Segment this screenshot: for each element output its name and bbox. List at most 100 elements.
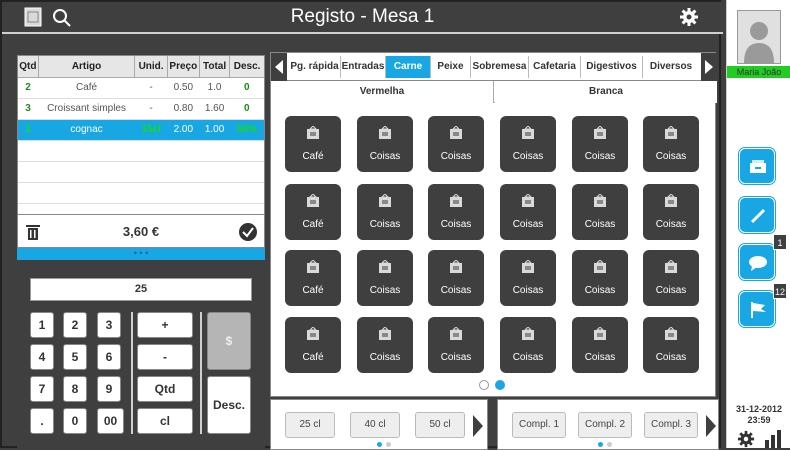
subtab-branca[interactable]: Branca (495, 81, 717, 103)
volume-button[interactable]: 40 cl (350, 412, 400, 438)
cell-desc: 0 (229, 77, 264, 99)
key-00[interactable]: 00 (97, 408, 124, 434)
product-tile[interactable]: Coisas (572, 250, 628, 306)
plus-button[interactable]: + (137, 312, 193, 338)
product-tile[interactable]: Coisas (643, 184, 699, 240)
tab-entradas[interactable]: Entradas (341, 56, 386, 78)
settings-gear-icon[interactable] (737, 430, 755, 448)
product-image-icon (593, 327, 607, 341)
table-row[interactable]: 2 Café - 0.50 1.0 0 (18, 77, 264, 99)
key-5[interactable]: 5 (63, 344, 87, 370)
product-tile[interactable]: Coisas (500, 184, 556, 240)
register-app: Registo - Mesa 1 Qtd Artigo Unid. Preço … (0, 0, 723, 450)
currency-button: $ (207, 312, 251, 370)
qtd-button[interactable]: Qtd (137, 376, 193, 402)
cell-qtd: 2 (18, 77, 39, 99)
page-dot[interactable] (479, 380, 489, 390)
tab-peixe[interactable]: Peixe (431, 56, 471, 78)
tab-carne[interactable]: Carne (386, 56, 431, 78)
cell-total: 1.60 (199, 98, 230, 120)
product-tile[interactable]: Coisas (643, 250, 699, 306)
complement-button[interactable]: Compl. 3 (644, 412, 698, 438)
key-4[interactable]: 4 (30, 344, 54, 370)
time: 23:59 (747, 415, 771, 425)
complement-button[interactable]: Compl. 2 (578, 412, 632, 438)
tab-pg-rapida[interactable]: Pg. rápida (289, 56, 341, 78)
key-2[interactable]: 2 (63, 312, 87, 338)
product-tile[interactable]: Coisas (357, 250, 413, 306)
key-7[interactable]: 7 (30, 376, 54, 402)
page-dot (598, 442, 603, 447)
complement-button[interactable]: Compl. 1 (512, 412, 566, 438)
tab-cafetaria[interactable]: Cafetaria (529, 56, 581, 78)
subtab-vermelha[interactable]: Vermelha (271, 81, 494, 103)
product-tile[interactable]: Coisas (428, 116, 484, 172)
minus-button[interactable]: - (137, 344, 193, 370)
tab-sobremesa[interactable]: Sobremesa (471, 56, 529, 78)
product-label: Coisas (440, 285, 472, 296)
product-tile[interactable]: Coisas (428, 317, 484, 373)
cash-drawer-button[interactable] (739, 148, 775, 184)
messages-button[interactable] (739, 244, 775, 280)
key-8[interactable]: 8 (63, 376, 87, 402)
tab-digestivos[interactable]: Digestivos (581, 56, 643, 78)
product-tile[interactable]: Coisas (572, 116, 628, 172)
product-tile[interactable]: Coisas (572, 317, 628, 373)
product-tile[interactable]: Coisas (357, 317, 413, 373)
volume-button[interactable]: 50 cl (415, 412, 465, 438)
product-tile[interactable]: Café (285, 116, 341, 172)
page-dot-active[interactable] (495, 380, 505, 390)
key-6[interactable]: 6 (97, 344, 121, 370)
key-0[interactable]: 0 (63, 408, 87, 434)
confirm-check-icon[interactable] (238, 222, 258, 242)
product-label: Coisas (584, 219, 616, 230)
key-dot[interactable]: . (30, 408, 54, 434)
product-label: Coisas (440, 352, 472, 363)
product-tile[interactable]: Coisas (428, 250, 484, 306)
key-1[interactable]: 1 (30, 312, 54, 338)
product-tile[interactable]: Coisas (357, 116, 413, 172)
product-tile[interactable]: Coisas (500, 116, 556, 172)
key-9[interactable]: 9 (97, 376, 121, 402)
cell-desc: 0 (229, 98, 264, 120)
category-tabs: Pg. rápida Entradas Carne Peixe Sobremes… (271, 53, 717, 81)
avatar[interactable] (737, 10, 781, 64)
cell-preco: 0.80 (167, 98, 200, 120)
product-image-icon (593, 260, 607, 274)
product-tile[interactable]: Café (285, 184, 341, 240)
product-label: Coisas (440, 219, 472, 230)
volume-button[interactable]: 25 cl (285, 412, 335, 438)
product-tile[interactable]: Coisas (500, 317, 556, 373)
gear-icon[interactable] (679, 7, 699, 27)
product-tile[interactable]: Coisas (428, 184, 484, 240)
tabs-left-arrow[interactable] (271, 53, 287, 81)
cl-button[interactable]: cl (137, 408, 193, 434)
product-tile[interactable]: Coisas (572, 184, 628, 240)
page-dot (607, 442, 612, 447)
date: 31-12-2012 (735, 404, 783, 414)
product-tile[interactable]: Coisas (643, 317, 699, 373)
tab-diversos[interactable]: Diversos (643, 56, 699, 78)
flags-button[interactable] (739, 291, 775, 327)
tabs-right-arrow[interactable] (701, 53, 717, 81)
product-tile[interactable]: Coisas (643, 116, 699, 172)
product-image-icon (664, 126, 678, 140)
drawer-icon (749, 159, 767, 175)
column-header: Desc. (229, 56, 264, 78)
table-row[interactable]: 3 Croissant simples - 0.80 1.60 0 (18, 98, 264, 120)
edit-button[interactable] (739, 197, 775, 233)
product-tile[interactable]: Coisas (500, 250, 556, 306)
product-label: Café (302, 285, 324, 296)
product-tile[interactable]: Café (285, 317, 341, 373)
key-3[interactable]: 3 (97, 312, 121, 338)
complement-next-icon[interactable] (705, 414, 717, 438)
desc-button[interactable]: Desc. (207, 376, 251, 434)
product-tile[interactable]: Coisas (357, 184, 413, 240)
volume-next-icon[interactable] (472, 414, 484, 438)
product-image-icon (378, 194, 392, 208)
drag-handle[interactable]: • • • (17, 248, 265, 260)
product-image-icon (378, 260, 392, 274)
product-tile[interactable]: Café (285, 250, 341, 306)
table-row-selected[interactable]: 1 cognac 15cl 2.00 1.00 50% (18, 119, 264, 141)
product-label: Coisas (369, 219, 401, 230)
